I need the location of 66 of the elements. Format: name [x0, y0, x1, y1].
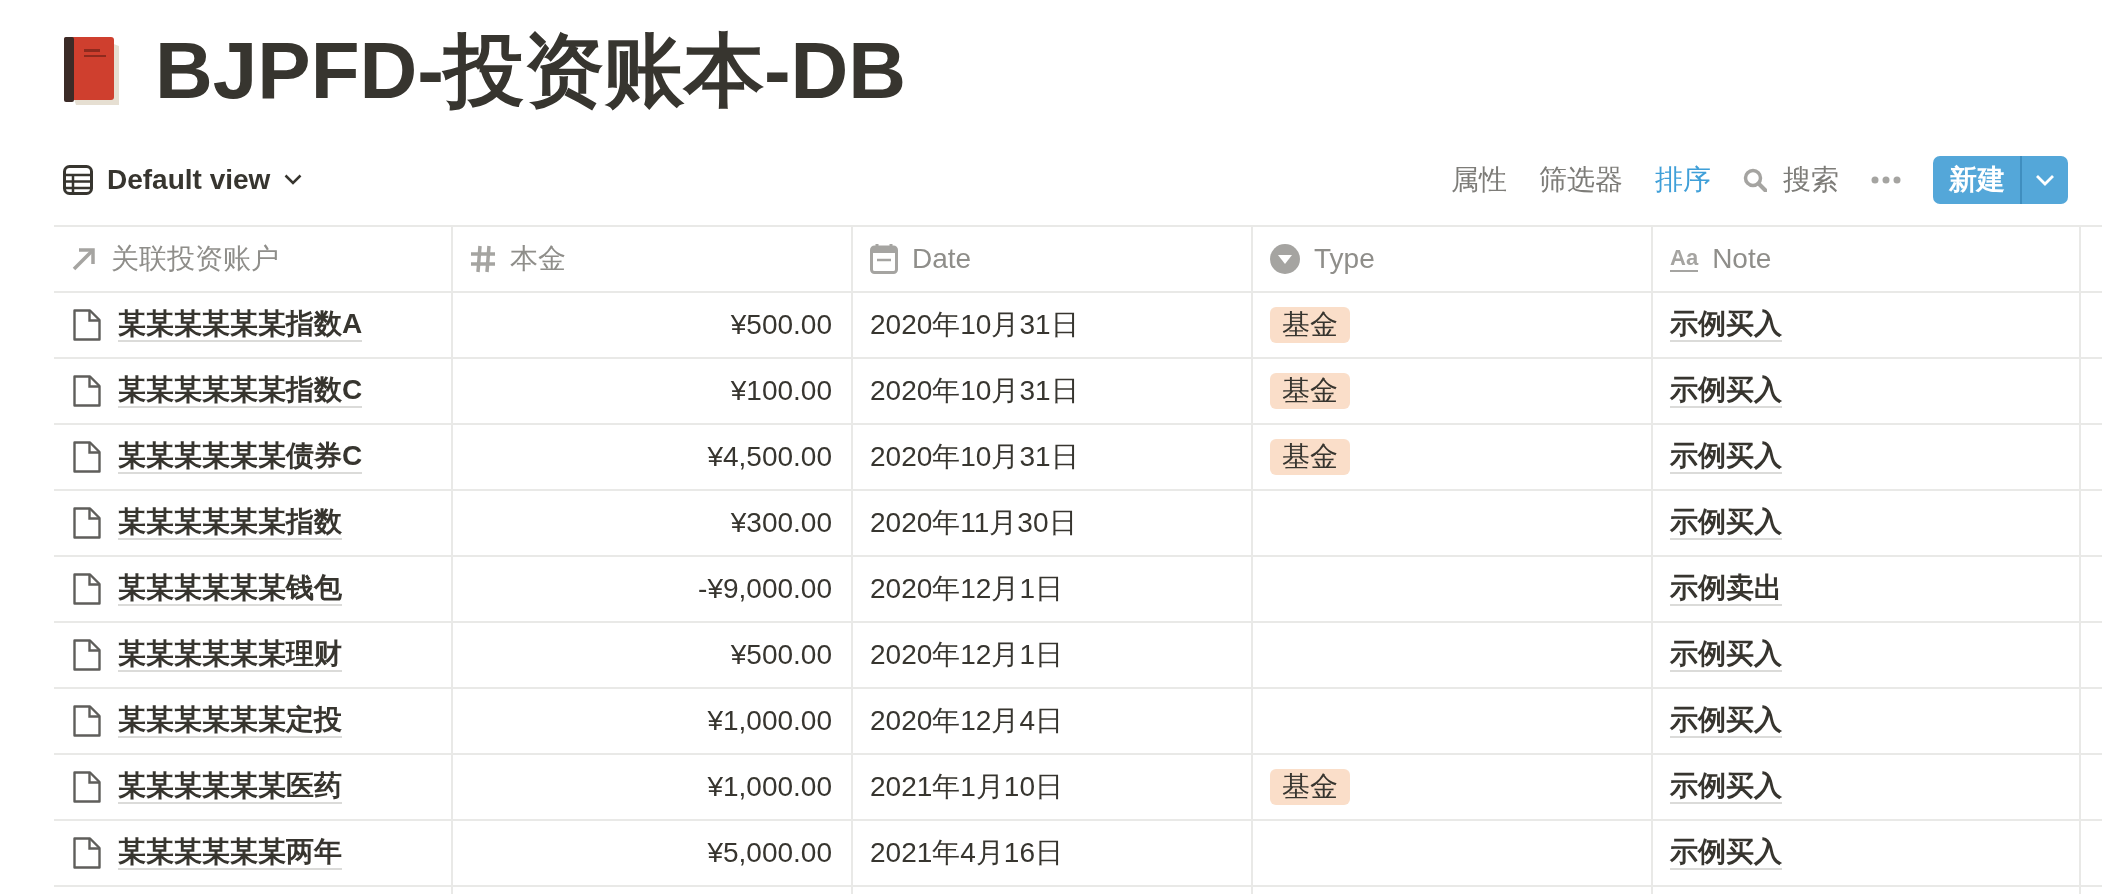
- book-icon: [64, 37, 119, 105]
- note-text: 示例买入: [1670, 703, 1782, 739]
- date-text: 2020年10月31日: [870, 308, 1079, 342]
- page-icon: [73, 441, 101, 473]
- page-icon: [73, 507, 101, 539]
- page-icon: [73, 705, 101, 737]
- row-title-link[interactable]: 某某某某某某理财: [118, 637, 342, 673]
- row-title-link[interactable]: 某某某某某某指数: [118, 505, 342, 541]
- type-tag: 基金: [1270, 307, 1350, 343]
- date-text: 2020年10月31日: [870, 374, 1079, 408]
- date-text: 2021年1月10日: [870, 770, 1063, 804]
- amount-text: ¥1,000.00: [707, 705, 832, 737]
- arrow-up-right-icon: [71, 246, 97, 272]
- amount-text: -¥9,000.00: [698, 573, 832, 605]
- calendar-icon: [870, 244, 898, 274]
- amount-text: ¥1,000.00: [707, 771, 832, 803]
- page-title: BJPFD-投资账本-DB: [155, 25, 907, 117]
- dropdown-circle-icon: [1270, 244, 1300, 274]
- page-icon: [73, 309, 101, 341]
- amount-text: ¥300.00: [730, 507, 832, 539]
- date-text: 2020年10月31日: [870, 440, 1079, 474]
- new-dropdown-button[interactable]: [2022, 155, 2068, 204]
- type-tag: 基金: [1270, 769, 1350, 805]
- amount-text: ¥500.00: [730, 309, 832, 341]
- toolbar-action[interactable]: 筛选器: [1539, 156, 1623, 203]
- type-tag: 基金: [1270, 439, 1350, 475]
- table-icon: [63, 164, 93, 195]
- date-text: 2020年12月1日: [870, 638, 1063, 672]
- type-tag: 基金: [1270, 373, 1350, 409]
- row-title-link[interactable]: 某某某某某某债券C: [118, 439, 363, 475]
- row-title-link[interactable]: 某某某某某某指数A: [118, 307, 363, 343]
- search-icon: [1743, 167, 1767, 192]
- page-icon: [73, 837, 101, 869]
- row-title-link[interactable]: 某某某某某某两年: [118, 835, 342, 871]
- page-icon: [73, 771, 101, 803]
- page-icon: [73, 375, 101, 407]
- date-text: 2020年12月1日: [870, 572, 1063, 606]
- search-button[interactable]: 搜索: [1743, 156, 1839, 203]
- amount-text: ¥5,000.00: [707, 837, 832, 869]
- row-title-link[interactable]: 某某某某某某医药: [118, 769, 342, 805]
- note-text: 示例买入: [1670, 769, 1782, 805]
- note-text: 示例买入: [1670, 505, 1782, 541]
- amount-text: ¥100.00: [730, 375, 832, 407]
- more-icon[interactable]: [1871, 175, 1901, 184]
- amount-text: ¥4,500.00: [707, 441, 832, 473]
- note-text: 示例买入: [1670, 373, 1782, 409]
- note-text: 示例买入: [1670, 307, 1782, 343]
- note-text: 示例买入: [1670, 835, 1782, 871]
- caret-icon: [2035, 173, 2055, 186]
- amount-text: ¥500.00: [730, 639, 832, 671]
- note-text: 示例买入: [1670, 637, 1782, 673]
- date-text: 2021年4月16日: [870, 836, 1063, 870]
- date-text: 2020年12月4日: [870, 704, 1063, 738]
- date-text: 2020年11月30日: [870, 506, 1077, 540]
- row-title-link[interactable]: 某某某某某某钱包: [118, 571, 342, 607]
- page-icon: [73, 573, 101, 605]
- view-selector[interactable]: Default view: [63, 159, 303, 200]
- toolbar-action[interactable]: 属性: [1451, 156, 1507, 203]
- text-type-glyph: Aa: [1670, 246, 1699, 272]
- note-text: 示例买入: [1670, 439, 1782, 475]
- hash-icon: [470, 245, 496, 273]
- row-title-link[interactable]: 某某某某某某定投: [118, 703, 342, 739]
- note-text: 示例卖出: [1670, 571, 1782, 607]
- page-icon: [73, 639, 101, 671]
- chevron-down-icon: [284, 174, 303, 185]
- row-title-link[interactable]: 某某某某某某指数C: [118, 373, 363, 409]
